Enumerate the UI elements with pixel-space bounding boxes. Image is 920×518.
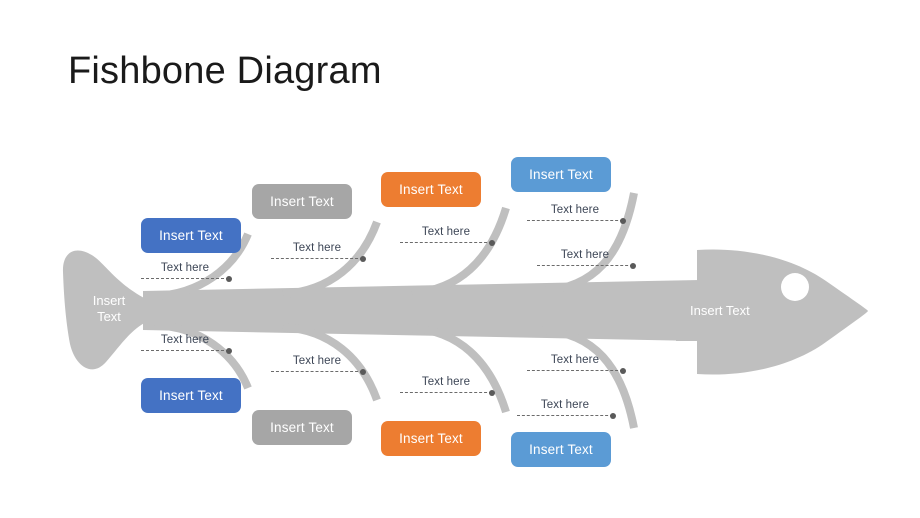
- cause-label: Text here: [550, 204, 600, 216]
- cause-label: Text here: [160, 262, 210, 274]
- category-box-top-2[interactable]: Insert Text: [252, 184, 352, 219]
- fish-head-label: Insert Text: [690, 303, 750, 318]
- cause-dot: [360, 255, 366, 262]
- category-box-bottom-1[interactable]: Insert Text: [141, 378, 241, 413]
- category-box-bottom-3[interactable]: Insert Text: [381, 421, 481, 456]
- rib-bottom-3: [411, 324, 510, 414]
- cause-dot: [489, 239, 495, 246]
- cause-label: Text here: [540, 399, 590, 411]
- cause-label: Text here: [421, 376, 471, 388]
- cause-dot: [620, 217, 626, 224]
- rib-top-3: [411, 206, 510, 297]
- cause-dot: [360, 368, 366, 375]
- cause-label: Text here: [160, 334, 210, 346]
- category-box-top-1[interactable]: Insert Text: [141, 218, 241, 253]
- cause-top-4-2[interactable]: Text here: [537, 249, 636, 269]
- cause-bottom-2-1[interactable]: Text here: [271, 355, 366, 375]
- cause-bottom-1-1[interactable]: Text here: [141, 334, 232, 354]
- category-box-bottom-4[interactable]: Insert Text: [511, 432, 611, 467]
- cause-connector: [527, 367, 626, 374]
- cause-top-3-1[interactable]: Text here: [400, 226, 495, 246]
- cause-bottom-3-1[interactable]: Text here: [400, 376, 495, 396]
- cause-dot: [630, 262, 636, 269]
- cause-bottom-4-1[interactable]: Text here: [527, 354, 626, 374]
- category-box-bottom-2[interactable]: Insert Text: [252, 410, 352, 445]
- cause-dot: [610, 412, 616, 419]
- cause-label: Text here: [292, 242, 342, 254]
- cause-label: Text here: [292, 355, 342, 367]
- cause-connector: [141, 275, 232, 282]
- cause-bottom-4-2[interactable]: Text here: [517, 399, 616, 419]
- cause-label: Text here: [550, 354, 600, 366]
- cause-dot: [489, 389, 495, 396]
- cause-top-4-1[interactable]: Text here: [527, 204, 626, 224]
- category-box-top-4[interactable]: Insert Text: [511, 157, 611, 192]
- cause-dot: [620, 367, 626, 374]
- cause-connector: [141, 347, 232, 354]
- category-box-top-3[interactable]: Insert Text: [381, 172, 481, 207]
- cause-dot: [226, 347, 232, 354]
- fish-eye-icon: [781, 273, 809, 301]
- cause-top-2-1[interactable]: Text here: [271, 242, 366, 262]
- cause-connector: [400, 389, 495, 396]
- cause-connector: [271, 255, 366, 262]
- cause-top-1-1[interactable]: Text here: [141, 262, 232, 282]
- cause-connector: [517, 412, 616, 419]
- cause-label: Text here: [560, 249, 610, 261]
- fish-tail-label: Insert Text: [92, 293, 126, 325]
- cause-label: Text here: [421, 226, 471, 238]
- cause-connector: [537, 262, 636, 269]
- cause-connector: [400, 239, 495, 246]
- cause-connector: [271, 368, 366, 375]
- cause-connector: [527, 217, 626, 224]
- slide-canvas: Fishbone Diagram Insert Text Insert Text: [0, 0, 920, 518]
- cause-dot: [226, 275, 232, 282]
